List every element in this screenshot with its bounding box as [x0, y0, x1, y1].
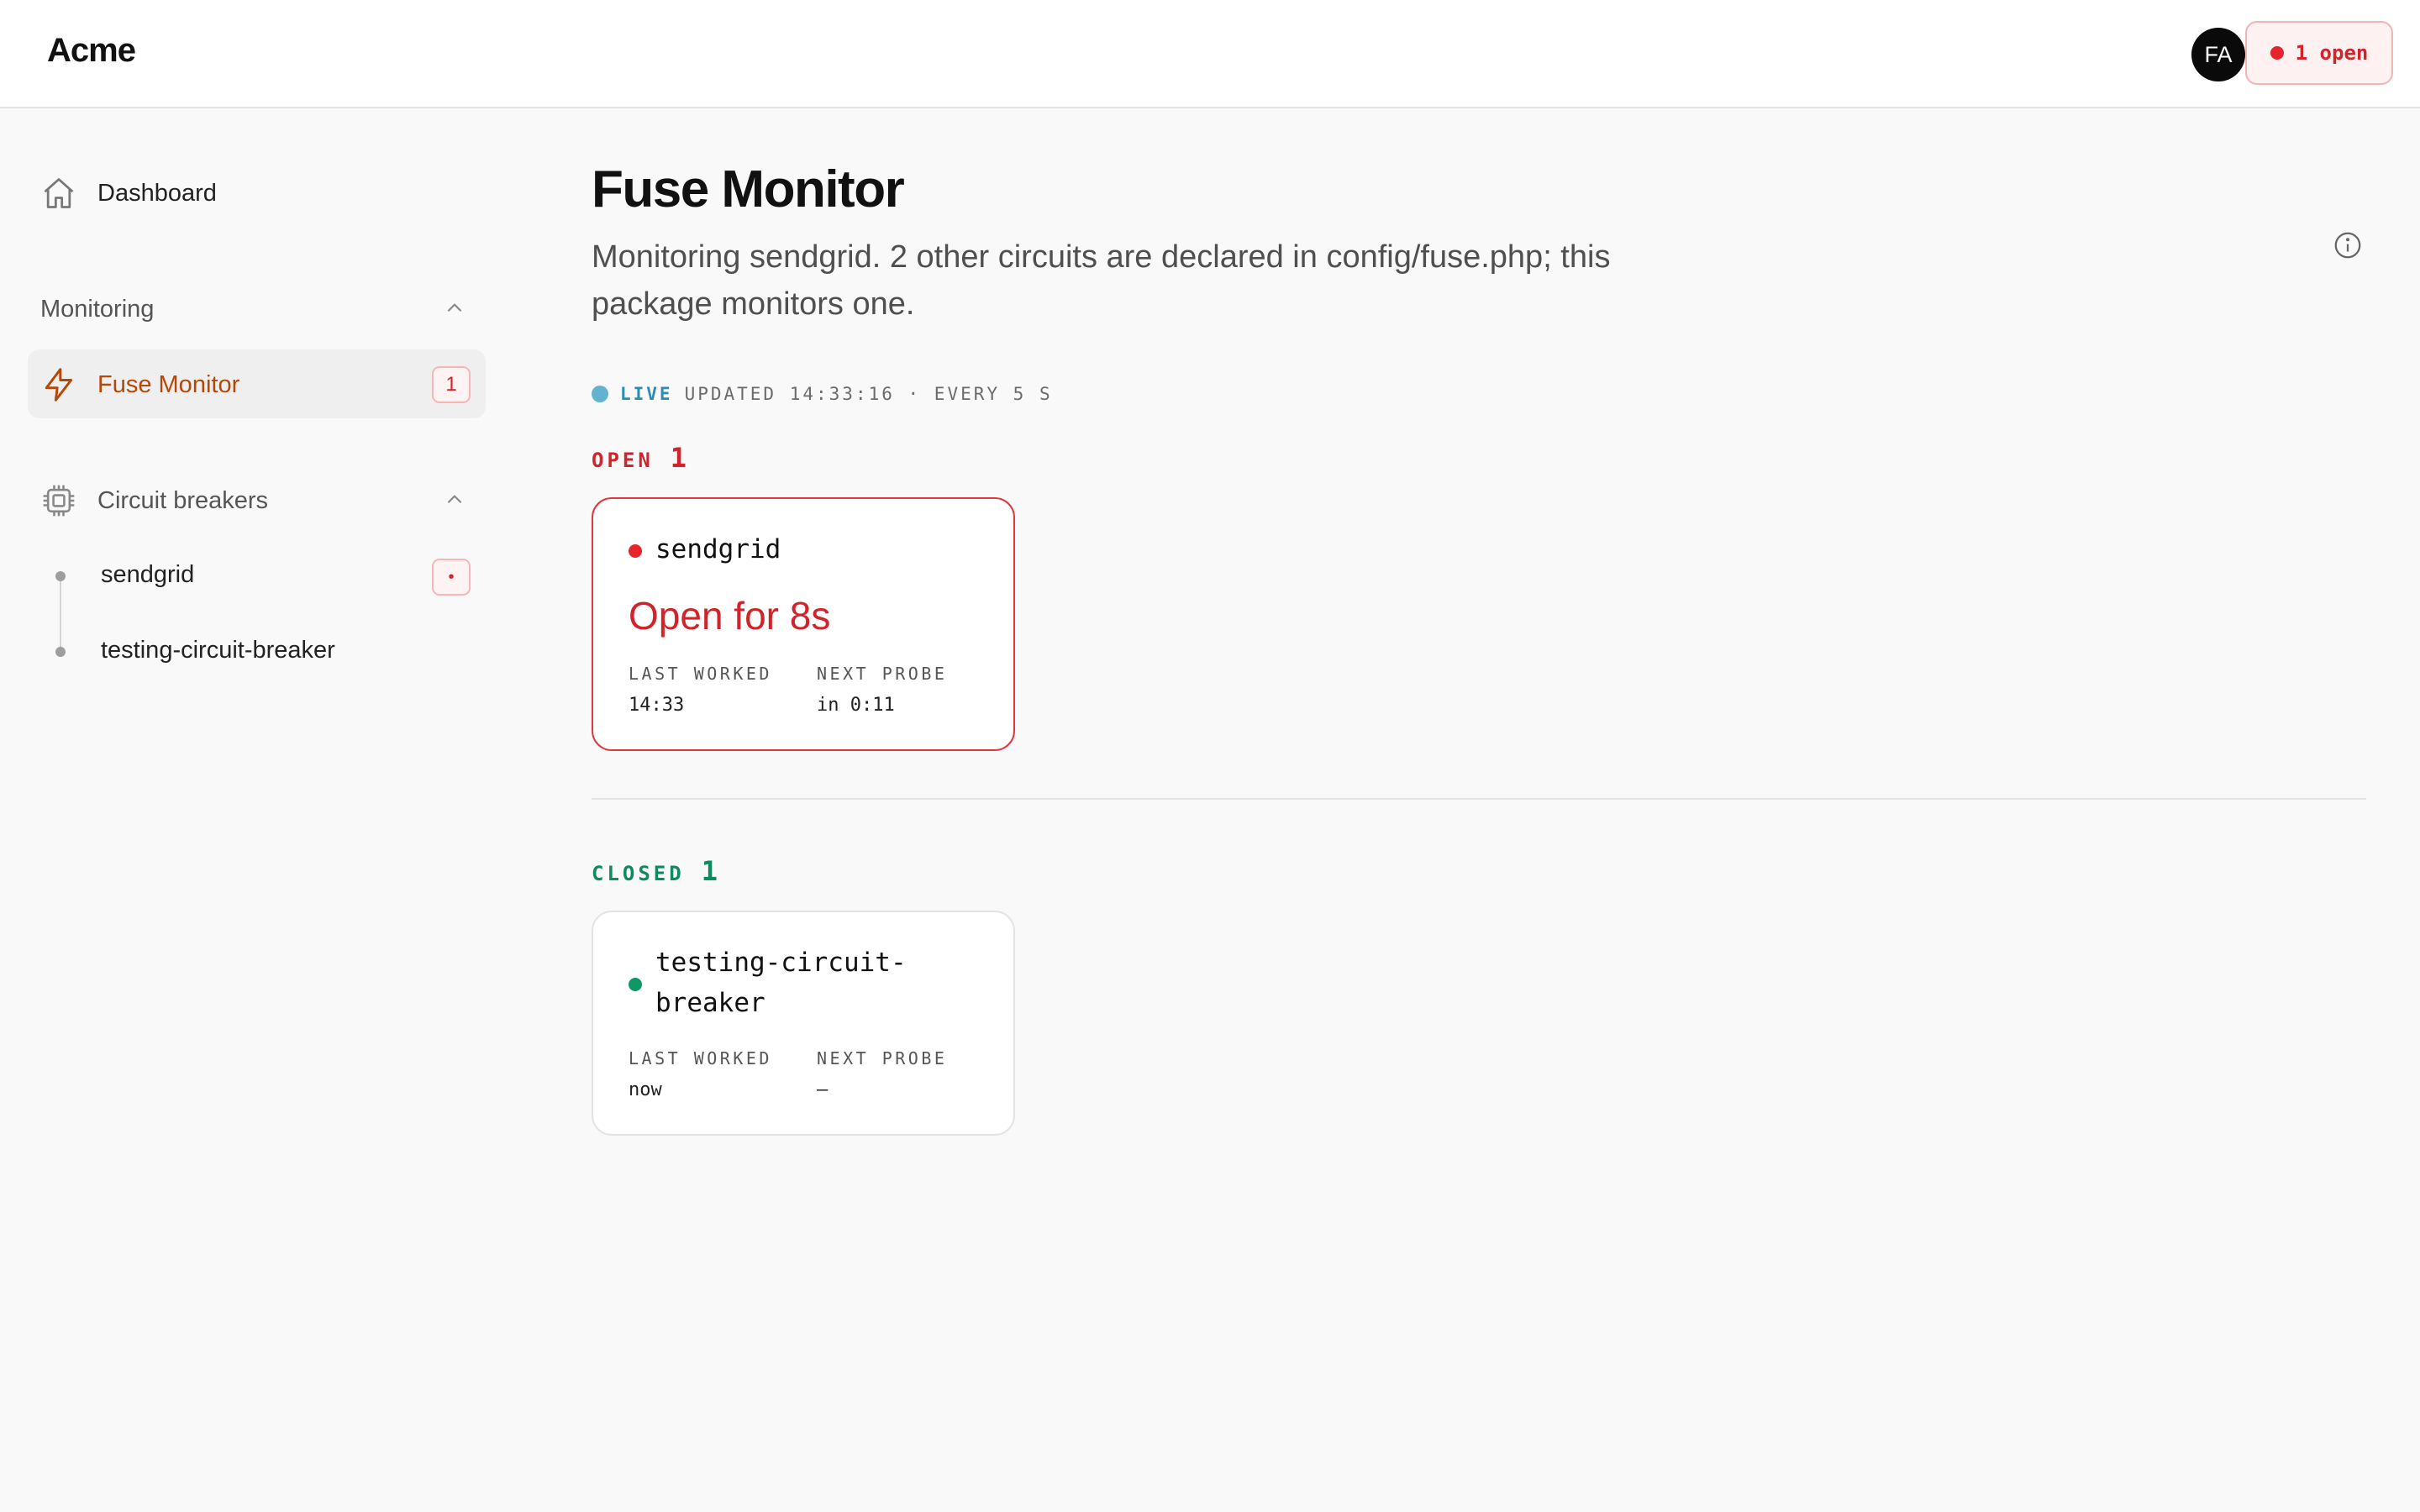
sidebar-item-label: Dashboard	[97, 179, 217, 207]
section-title-monitoring: Monitoring	[40, 296, 155, 323]
tree-node-dot	[55, 571, 66, 581]
brand-logo[interactable]: Acme	[47, 32, 136, 70]
last-worked-value: now	[629, 1079, 662, 1100]
group-count: 1	[670, 442, 687, 474]
next-probe-value: in 0:11	[817, 695, 895, 716]
group-label: OPEN	[592, 449, 654, 472]
live-status: LIVE UPDATED 14:33:16 · EVERY 5 S	[592, 383, 1053, 405]
live-label: LIVE	[620, 384, 673, 404]
chevron-up-icon[interactable]	[444, 297, 466, 319]
last-worked-label: LAST WORKED	[629, 664, 772, 684]
open-group-header: OPEN 1	[592, 442, 687, 474]
info-icon[interactable]	[2333, 230, 2363, 260]
circuit-card-testing-circuit-breaker[interactable]: testing-circuit- breaker LAST WORKED now…	[592, 911, 1015, 1136]
section-title-circuit-breakers[interactable]: Circuit breakers	[40, 482, 268, 519]
page-title: Fuse Monitor	[592, 160, 905, 218]
section-title-label: Circuit breakers	[97, 486, 269, 514]
circuit-status: Open for 8s	[629, 594, 831, 638]
user-avatar[interactable]: FA	[2191, 28, 2245, 81]
tree-connector	[60, 576, 61, 652]
home-icon	[40, 175, 77, 212]
group-count: 1	[701, 855, 718, 887]
circuit-name-line1: testing-circuit-	[655, 948, 907, 978]
page-subtitle: Monitoring sendgrid. 2 other circuits ar…	[592, 239, 1611, 322]
circuit-name: sendgrid	[655, 534, 781, 564]
sidebar-item-dashboard[interactable]: Dashboard	[40, 175, 217, 212]
circuit-name-line2: breaker	[655, 988, 765, 1018]
closed-group-header: CLOSED 1	[592, 855, 718, 887]
chevron-up-icon[interactable]	[444, 489, 466, 511]
sidebar-item-label: Fuse Monitor	[97, 370, 240, 398]
group-label: CLOSED	[592, 862, 685, 885]
status-dot-icon	[2270, 46, 2284, 60]
open-circuits-pill[interactable]: 1 open	[2245, 21, 2393, 85]
circuit-card-sendgrid[interactable]: sendgrid Open for 8s LAST WORKED 14:33 N…	[592, 497, 1015, 751]
status-dot-icon	[629, 978, 642, 991]
last-worked-label: LAST WORKED	[629, 1048, 772, 1068]
tree-node-dot	[55, 647, 66, 657]
chip-icon	[40, 482, 77, 519]
next-probe-label: NEXT PROBE	[817, 664, 948, 684]
next-probe-label: NEXT PROBE	[817, 1048, 948, 1068]
next-probe-value: —	[817, 1079, 829, 1100]
status-dot-icon	[629, 544, 642, 558]
count-badge: 1	[432, 366, 471, 403]
top-bar: Acme FA 1 open	[0, 0, 2420, 108]
live-dot-icon	[592, 386, 608, 402]
sidebar-item-fuse-monitor[interactable]: Fuse Monitor	[40, 366, 239, 403]
live-updated-text: UPDATED 14:33:16 · EVERY 5 S	[684, 384, 1053, 404]
last-worked-value: 14:33	[629, 695, 685, 716]
open-circuits-count: 1 open	[2295, 41, 2369, 65]
sidebar-item-testing-circuit-breaker[interactable]: testing-circuit-breaker	[101, 637, 335, 664]
sidebar-item-sendgrid[interactable]: sendgrid	[101, 561, 194, 589]
status-badge: •	[432, 559, 471, 596]
section-divider	[592, 798, 2366, 800]
lightning-icon	[40, 366, 77, 403]
